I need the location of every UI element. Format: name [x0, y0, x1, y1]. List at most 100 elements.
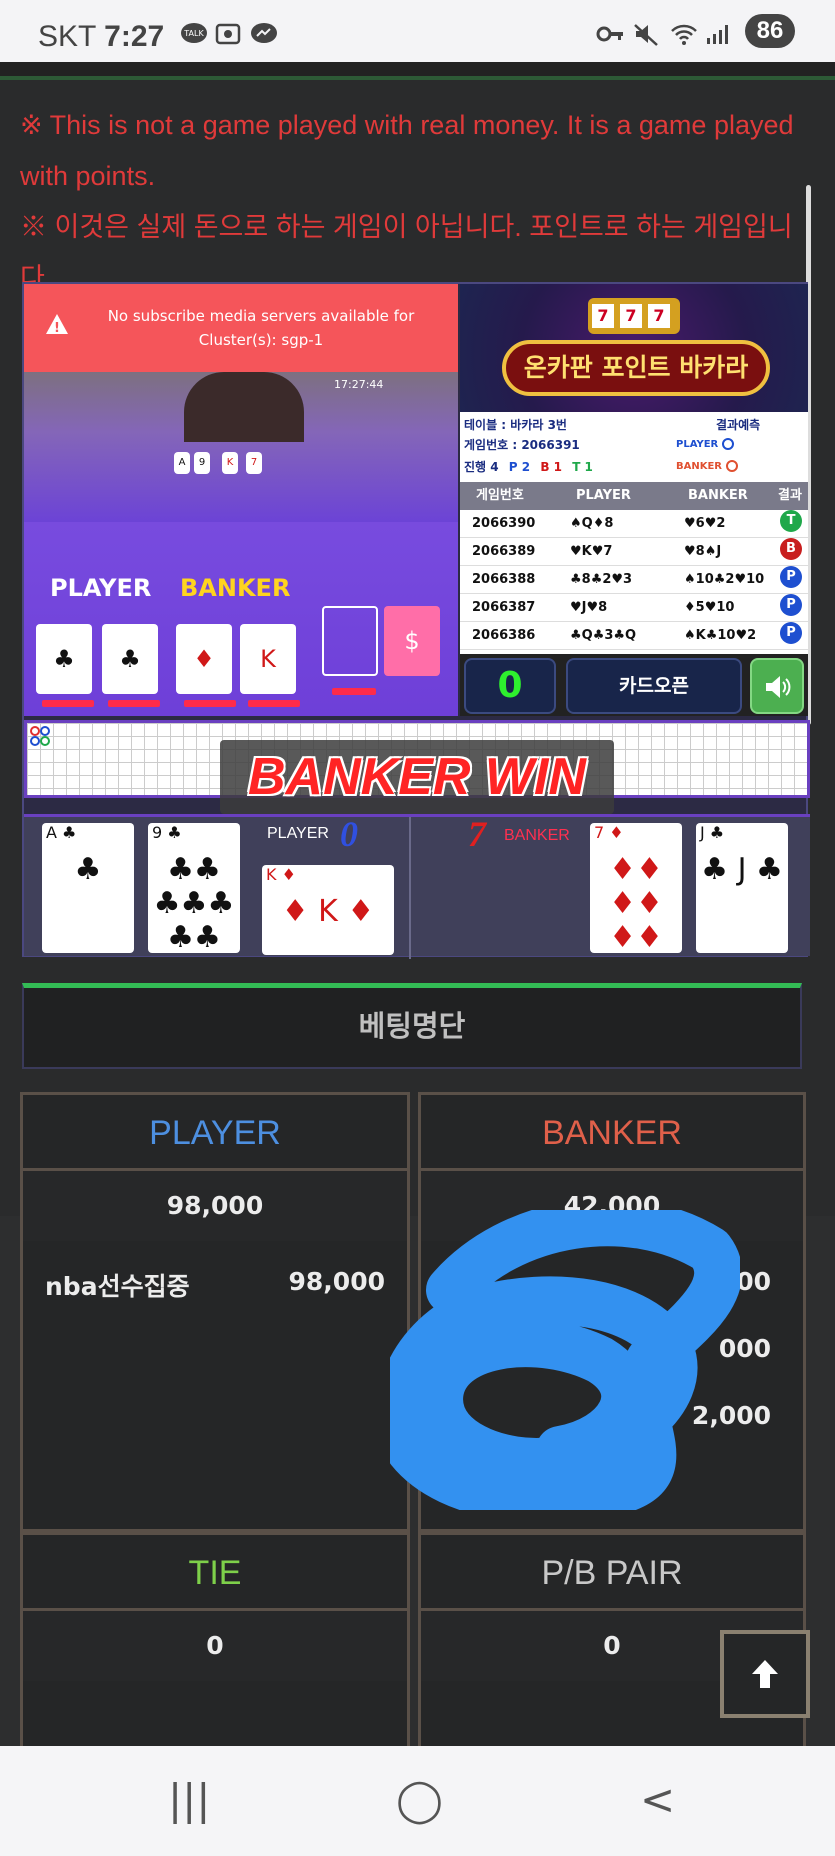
banker-card: 7 ♦ ♦♦ ♦♦ ♦♦ [590, 823, 682, 955]
slot-machine-icon: 777 [588, 298, 680, 334]
history-row: 2066388 ♣8♣2♥3 ♠10♣2♥10 P [460, 566, 808, 594]
history-result-badge: P [780, 566, 802, 588]
messenger-icon [251, 23, 277, 43]
predict-banker-label: BANKER [676, 461, 723, 472]
history-player-cards: ♣Q♣3♣Q [570, 628, 637, 643]
banker-bet-title: BANKER [421, 1095, 803, 1171]
mini-card: K [222, 452, 238, 474]
wifi-icon [671, 24, 697, 45]
carrier-time: SKT 7:27 [38, 20, 164, 54]
card-pips: ♣ [74, 852, 102, 887]
header-divider [0, 62, 835, 80]
history-col: 결과 [778, 488, 802, 503]
history-banker-cards: ♦5♥10 [684, 600, 735, 615]
mini-card: A [174, 452, 190, 474]
history-header: 게임번호 PLAYER BANKER 결과 [460, 482, 808, 510]
history-row: 2066389 ♥K♥7 ♥8♠J B [460, 538, 808, 566]
live-video[interactable]: No subscribe media servers available for… [24, 284, 458, 716]
recent-apps-button[interactable]: ||| [168, 1776, 210, 1824]
history-result-badge: P [780, 622, 802, 644]
clock: 7:27 [104, 20, 165, 53]
video-banker-label: BANKER [180, 574, 291, 602]
history-player-cards: ♥K♥7 [570, 544, 613, 559]
history-game-id: 2066388 [472, 572, 536, 587]
baccarat-game: No subscribe media servers available for… [22, 282, 810, 959]
bet-entry: nba선수집중 98,000 [45, 1267, 385, 1303]
card-pips: ♦♦ ♦♦ ♦♦ [609, 852, 663, 955]
video-clock: 17:27:44 [334, 378, 384, 391]
scroll-to-top-button[interactable] [720, 1630, 810, 1718]
circle-icon [722, 438, 735, 450]
result-cards: A ♣ ♣ 9 ♣ ♣♣ ♣♣♣ ♣♣ K ♦ ♦ K ♦ PLAYER 0 7 BANK… [24, 814, 810, 959]
road-legend-icon [30, 726, 50, 746]
player-bet-title: PLAYER [23, 1095, 407, 1171]
screenshot-icon [215, 23, 241, 45]
arrow-up-icon [752, 1660, 778, 1688]
tie-bet-total: 0 [23, 1611, 407, 1681]
warning-icon [46, 314, 68, 341]
card-pips: ♣♣ ♣♣♣ ♣♣ [153, 852, 235, 955]
game-controls: 0 카드오픈 [460, 654, 808, 716]
vpn-key-icon [596, 26, 623, 42]
player-hand-label: PLAYER [267, 825, 329, 842]
game-number: 게임번호 : 2066391 [464, 438, 580, 452]
home-button[interactable]: ◯ [396, 1776, 443, 1824]
card-pips: ♦ K ♦ [281, 894, 375, 929]
game-title: 온카판 포인트 바카라 [502, 340, 770, 396]
card-corner: J ♣ [700, 823, 725, 842]
bet-list-heading: 베팅명단 [22, 983, 802, 1069]
history-result-badge: T [780, 510, 802, 532]
back-button[interactable]: < [640, 1776, 675, 1824]
banker-score: 7 [468, 814, 486, 854]
status-bar: SKT 7:27 TALK 86 [0, 0, 835, 62]
table-card-2: ♣ [102, 624, 158, 694]
card-open-button[interactable]: 카드오픈 [566, 658, 742, 714]
table-name: 테이블 : 바카라 3번 [464, 418, 567, 432]
cards-divider [409, 817, 411, 959]
history-game-id: 2066389 [472, 544, 536, 559]
progress-line: 진행 4 P 2 B 1 T 1 [464, 458, 593, 475]
player-card: 9 ♣ ♣♣ ♣♣♣ ♣♣ [148, 823, 240, 955]
player-bet-panel: PLAYER 98,000 nba선수집중 98,000 [20, 1092, 410, 1532]
banker-hand-label: BANKER [504, 827, 570, 844]
stake-marker [108, 700, 160, 707]
mute-icon [634, 24, 658, 46]
history-game-id: 2066387 [472, 600, 536, 615]
pair-bet-title: P/B PAIR [421, 1535, 803, 1611]
card-corner: 7 ♦ [594, 823, 624, 842]
card-slot [322, 606, 378, 676]
game-meta: 테이블 : 바카라 3번 결과예측 게임번호 : 2066391 PLAYER … [460, 412, 808, 482]
history-player-cards: ♣8♣2♥3 [570, 572, 633, 587]
notice-english: ※ This is not a game played with real mo… [20, 110, 794, 191]
history-banker-cards: ♥6♥2 [684, 516, 726, 531]
slot-symbol: 7 [592, 304, 614, 328]
history-col: PLAYER [576, 488, 631, 503]
predict-player[interactable]: PLAYER [676, 438, 735, 450]
history-banker-cards: ♥8♠J [684, 544, 722, 559]
bettor-name: nba선수집중 [45, 1272, 190, 1301]
speaker-icon[interactable] [750, 658, 804, 714]
stake-marker [42, 700, 94, 707]
card-corner: A ♣ [46, 823, 77, 842]
table-card-3: ♦ [176, 624, 232, 694]
redaction-scribble [390, 1210, 740, 1510]
system-nav-bar: ||| ◯ < [0, 1746, 835, 1856]
dealer-view: 17:27:44 A 9 K 7 [24, 372, 458, 522]
player-score: 0 [340, 814, 358, 854]
prediction-label: 결과예측 [716, 418, 761, 432]
signal-icon [707, 25, 728, 44]
progress-label: 진행 4 [464, 460, 499, 474]
tie-bet-panel: TIE 0 [20, 1532, 410, 1752]
card-corner: K ♦ [266, 865, 296, 884]
circle-icon [726, 460, 739, 472]
predict-banker[interactable]: BANKER [676, 460, 739, 472]
svg-text:TALK: TALK [183, 29, 204, 38]
stake-marker [248, 700, 300, 707]
bet-amount: 98,000 [288, 1267, 385, 1296]
player-card: A ♣ ♣ [42, 823, 134, 953]
progress-player: P 2 [508, 460, 531, 474]
history-result-badge: P [780, 594, 802, 616]
win-banner: BANKER WIN [220, 740, 614, 814]
predict-player-label: PLAYER [676, 439, 719, 450]
progress-tie: T 1 [572, 460, 593, 474]
